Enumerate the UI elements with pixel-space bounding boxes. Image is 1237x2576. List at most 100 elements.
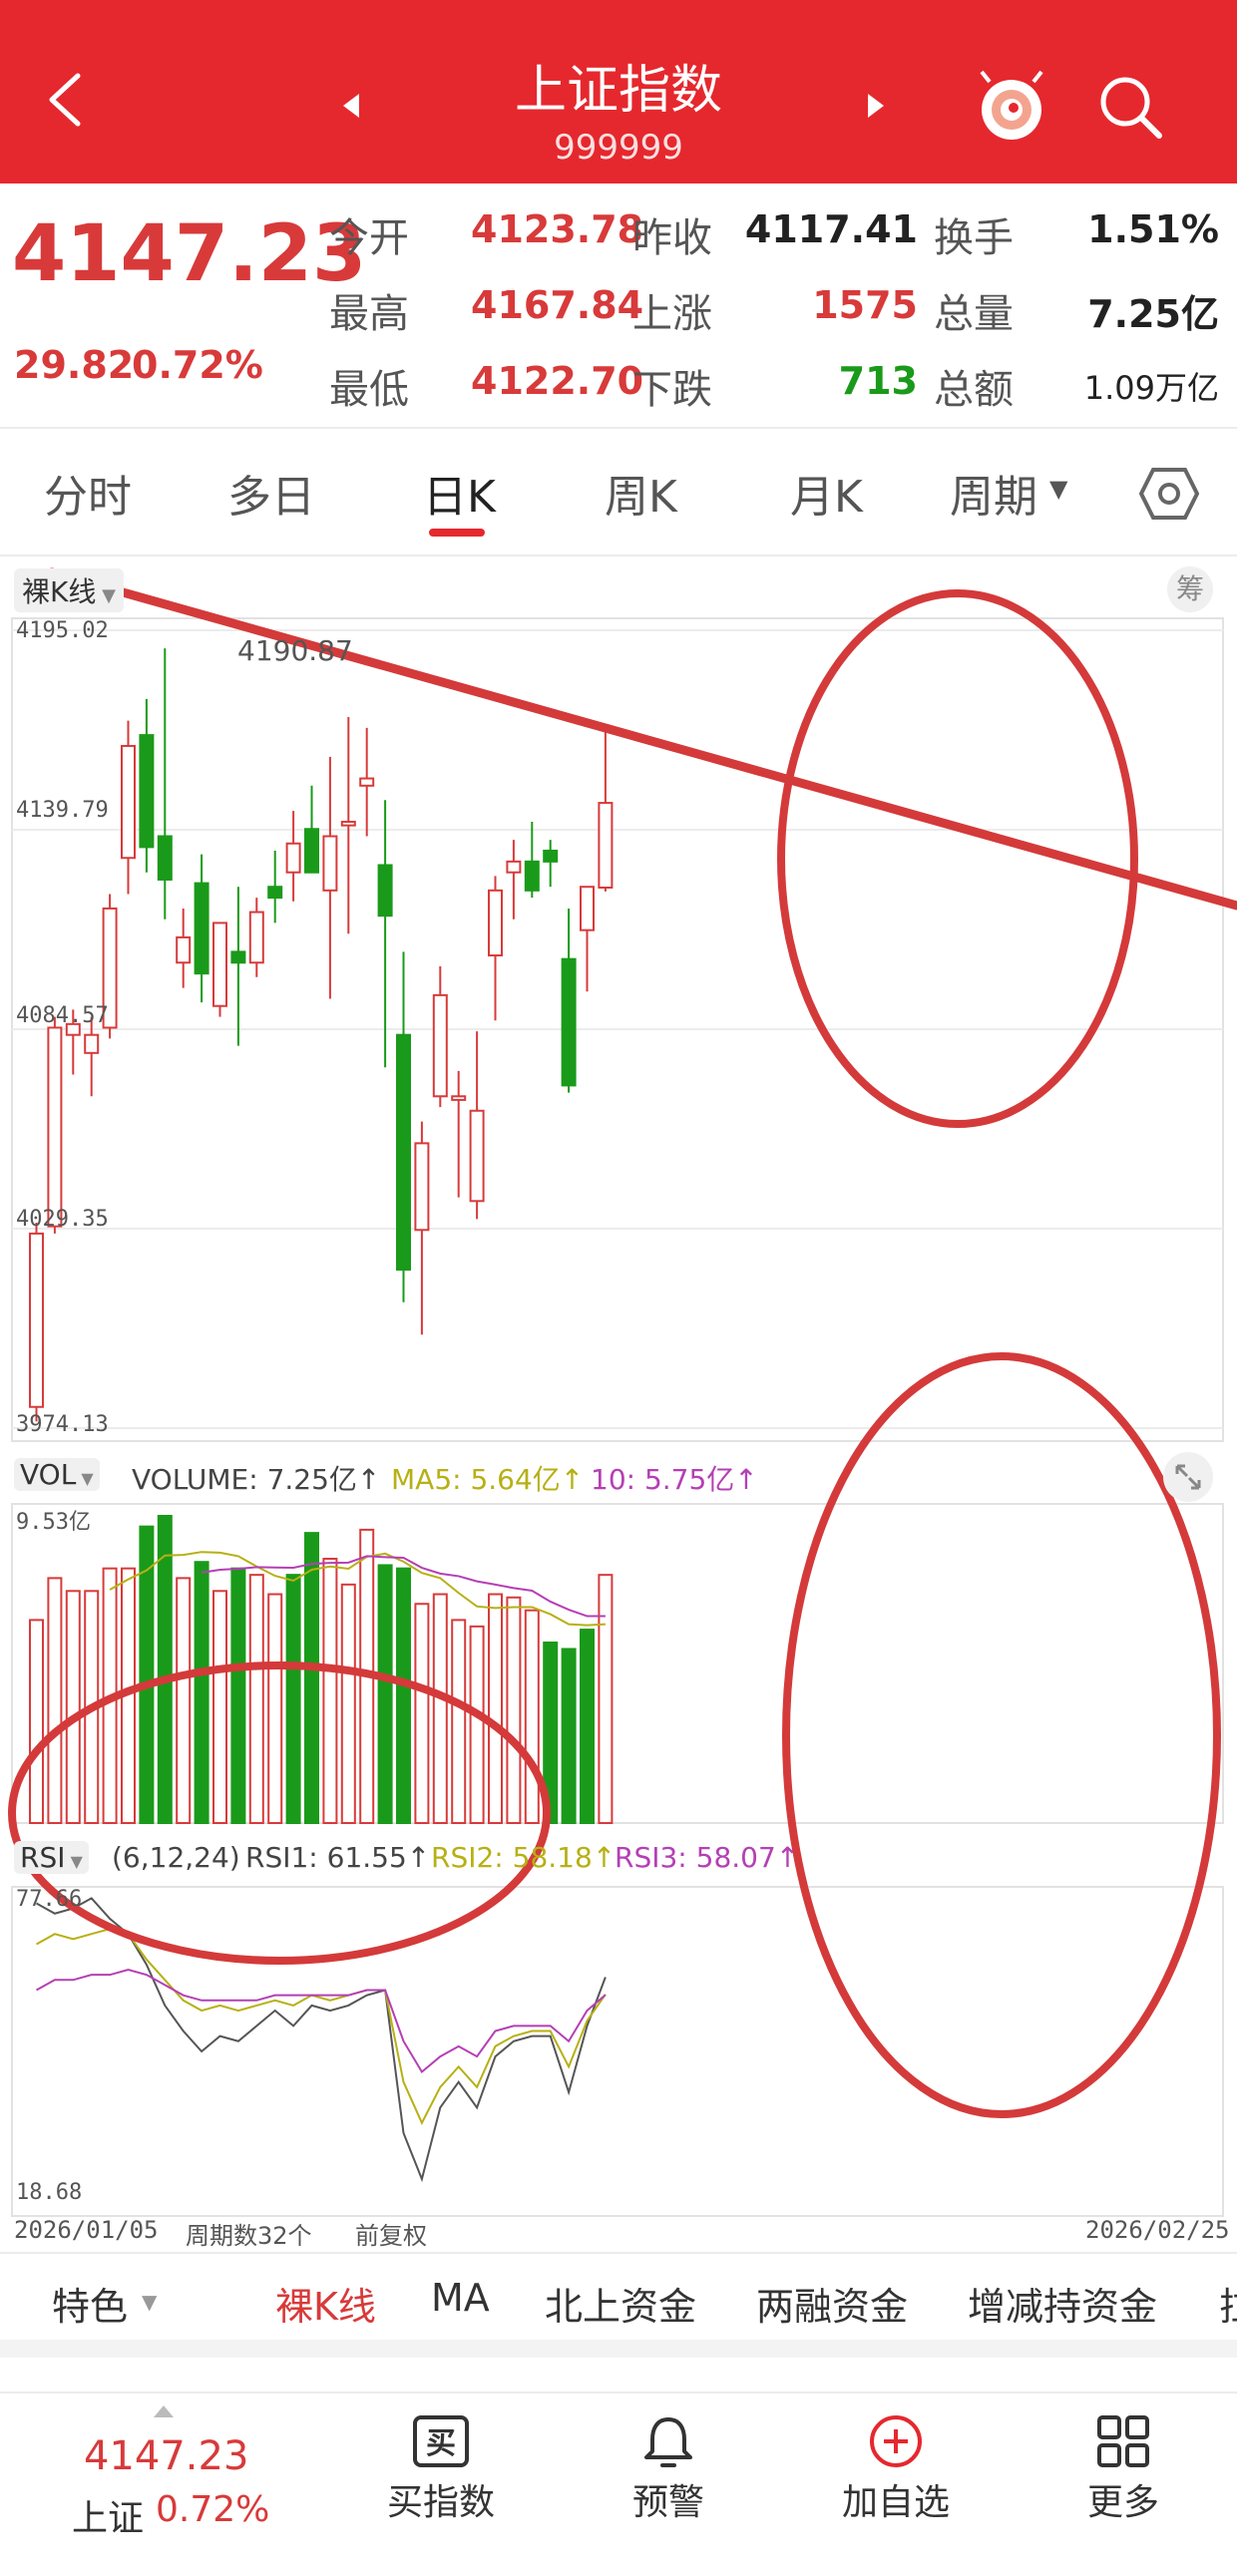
candle-body [212, 921, 227, 1007]
volume-bar [451, 1619, 467, 1825]
vol-frame [11, 1503, 1224, 1824]
rsi-bottom-label: 18.68 [16, 2180, 83, 2205]
candle-body [488, 889, 503, 957]
volume-bar [432, 1593, 448, 1824]
nav-index-name: 上证 [72, 2498, 145, 2539]
candle-body [267, 886, 283, 900]
kline-y-label: 4139.79 [16, 798, 109, 823]
kline-mode-chip[interactable]: 裸K线 ▼ [14, 568, 124, 612]
volume-bar [157, 1515, 173, 1824]
chevron-down-icon: ▼ [76, 1469, 94, 1488]
candle-body [580, 886, 595, 931]
rsi-label: RSI [20, 1841, 66, 1874]
volume-bar [340, 1583, 356, 1825]
candle-body [359, 777, 375, 787]
rsi1-text: RSI1: 61.55↑ [245, 1841, 431, 1874]
feature-tab-0[interactable]: 特色 [52, 2276, 128, 2331]
feature-tab-3[interactable]: 北上资金 [545, 2276, 696, 2331]
candle-body [47, 1026, 63, 1228]
candle-body [84, 1033, 100, 1054]
volume-bar [377, 1564, 393, 1824]
divider [0, 2392, 1237, 2393]
volume-bar [469, 1625, 485, 1824]
expand-arrows-icon[interactable] [1163, 1452, 1213, 1502]
kline-y-label: 4084.57 [16, 1003, 109, 1028]
volume-bar [506, 1596, 522, 1825]
volume-bar [304, 1532, 319, 1824]
period-count: 周期数32个 [186, 2222, 312, 2250]
caret-up-icon [154, 2405, 174, 2417]
candle-body [524, 860, 540, 892]
section-gap [0, 2340, 1237, 2358]
vol-volume-text: VOLUME: 7.25亿↑ [132, 1463, 381, 1496]
candle-body [432, 993, 448, 1098]
vol-label: VOL [20, 1458, 77, 1491]
buy-icon: 买 [413, 2415, 469, 2467]
annotation-circle-volume [782, 1352, 1221, 2118]
more-button[interactable]: 更多 [1043, 2413, 1203, 2525]
feature-tab-2[interactable]: MA [431, 2276, 490, 2320]
annotations [8, 567, 1237, 2118]
candle-body [285, 842, 301, 874]
rsi-frame [11, 1886, 1224, 2217]
volume-bar [65, 1590, 81, 1824]
volume-bar [396, 1567, 411, 1824]
alert-label: 预警 [631, 2482, 704, 2523]
candle-body [121, 744, 136, 860]
candle-body [396, 1033, 411, 1272]
add-watchlist-button[interactable]: 加自选 [816, 2413, 976, 2525]
bell-icon [644, 2417, 692, 2467]
volume-bar [488, 1593, 503, 1824]
kline-y-label: 3974.13 [16, 1412, 109, 1437]
candle-body [451, 1095, 467, 1101]
kline-mode-label: 裸K线 [22, 575, 97, 608]
grid-icon [1097, 2415, 1149, 2467]
candle-body [194, 882, 209, 975]
annotation-trendline [47, 567, 1237, 911]
feature-tab-6[interactable]: 拉 [1219, 2276, 1237, 2331]
stock-charts [8, 567, 1237, 2217]
vol-ma10-text: 10: 5.75亿↑ [591, 1463, 758, 1496]
rsi-line [36, 1969, 607, 2073]
volume-bar [212, 1590, 227, 1824]
candle-body [248, 911, 264, 964]
buy-index-label: 买指数 [386, 2482, 495, 2523]
date-end: 2026/02/25 [1085, 2216, 1230, 2244]
candle-body [561, 957, 577, 1087]
candle-body [304, 828, 319, 874]
vol-indicator-chip[interactable]: VOL ▼ [14, 1458, 100, 1491]
feature-tab-4[interactable]: 两融资金 [756, 2276, 908, 2331]
volume-bar [230, 1567, 246, 1824]
volume-bar [580, 1629, 595, 1825]
rsi-params: (6,12,24) [112, 1841, 240, 1874]
nav-pct: 0.72% [156, 2489, 270, 2530]
volume-bar [47, 1577, 63, 1824]
date-start: 2026/01/05 [14, 2216, 159, 2244]
plus-circle-icon [870, 2415, 922, 2467]
chip-distribution-button[interactable]: 筹 [1167, 566, 1213, 612]
feature-tab-5[interactable]: 增减持资金 [968, 2276, 1157, 2331]
nav-price[interactable]: 4147.23 [84, 2433, 248, 2479]
candle-body [176, 935, 192, 964]
buy-index-button[interactable]: 买 买指数 [361, 2413, 521, 2525]
vol-ma5-text: MA5: 5.64亿↑ [391, 1463, 585, 1496]
adjust-mode[interactable]: 前复权 [355, 2216, 427, 2251]
feature-tab-1[interactable]: 裸K线 [275, 2276, 376, 2331]
chevron-down-icon: ▼ [142, 2290, 158, 2314]
volume-bar [29, 1619, 44, 1825]
candle-body [157, 835, 173, 881]
candle-body [322, 835, 338, 892]
candle-body [377, 864, 393, 918]
volume-bar [176, 1577, 192, 1824]
volume-bar [414, 1603, 430, 1824]
divider [0, 2252, 1237, 2254]
rsi-indicator-chip[interactable]: RSI ▼ [14, 1841, 89, 1874]
high-marker-label: 4190.87 [237, 634, 353, 667]
candle-body [139, 734, 155, 849]
rsi-line [36, 1897, 607, 2183]
candle-body [230, 950, 246, 964]
alert-button[interactable]: 预警 [589, 2413, 748, 2525]
volume-bar [248, 1574, 264, 1825]
volume-bar [267, 1593, 283, 1824]
candle-body [543, 849, 559, 863]
